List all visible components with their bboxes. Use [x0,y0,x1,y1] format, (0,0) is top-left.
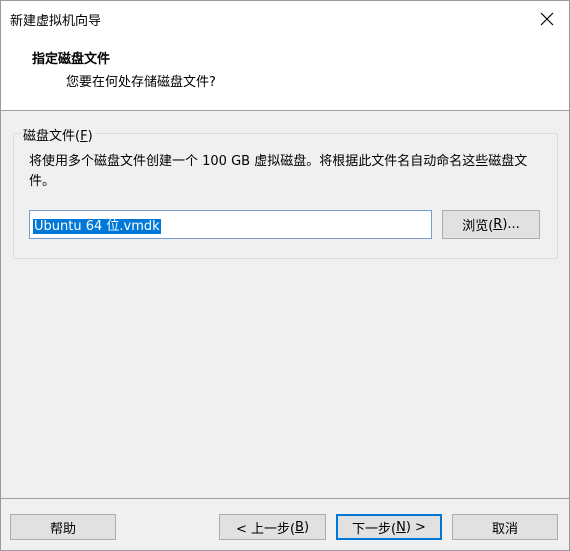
close-icon [540,12,554,26]
footer-divider [0,498,570,499]
page-title: 指定磁盘文件 [32,52,111,67]
next-button[interactable]: 下一步(N) > [336,514,442,540]
disk-file-path-value: Ubuntu 64 位.vmdk [33,219,161,234]
close-button[interactable] [524,0,570,38]
title-bar: 新建虚拟机向导 [0,0,570,38]
disk-file-description: 将使用多个磁盘文件创建一个 100 GB 虚拟磁盘。将根据此文件名自动命名这些磁… [29,154,528,189]
page-subtitle: 您要在何处存储磁盘文件? [66,75,216,90]
help-button[interactable]: 帮助 [10,514,116,540]
window-title: 新建虚拟机向导 [10,14,102,29]
disk-file-group-label: 磁盘文件(F) [21,125,95,144]
disk-file-path-input[interactable]: Ubuntu 64 位.vmdk [29,210,432,239]
back-button[interactable]: < 上一步(B) [219,514,326,540]
browse-button[interactable]: 浏览(R)... [442,210,540,239]
wizard-header: 指定磁盘文件 您要在何处存储磁盘文件? [0,38,570,111]
cancel-button[interactable]: 取消 [452,514,558,540]
